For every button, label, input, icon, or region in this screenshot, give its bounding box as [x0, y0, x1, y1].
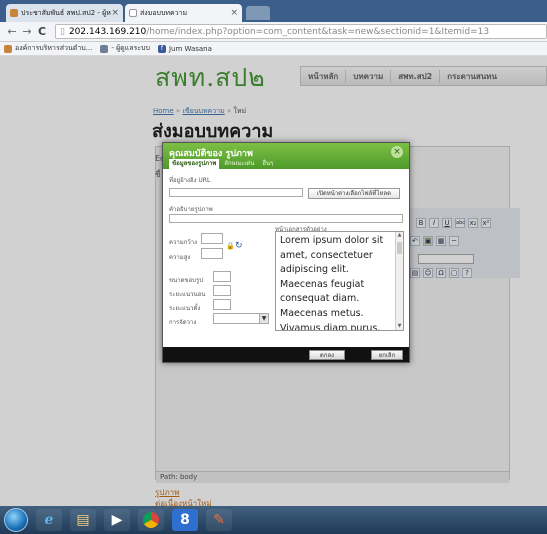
bookmark-item[interactable]: f Jum Wasana	[157, 44, 212, 53]
lock-ratio-icon[interactable]: 🔒	[226, 242, 235, 250]
image-preview-box: Lorem ipsum dolor sit amet, consectetuer…	[275, 231, 404, 331]
browser-tab-2[interactable]: ส่งมอบบทความ ×	[125, 4, 242, 22]
back-arrow-icon[interactable]: ←	[6, 25, 18, 38]
url-label: ที่อยู่อ้างอิง URL	[169, 177, 211, 184]
alt-text-input[interactable]	[169, 214, 403, 223]
bookmark-label: - ผู้ดูแลระบบ	[111, 44, 150, 52]
site-favicon-icon	[10, 9, 18, 17]
image-url-input[interactable]	[169, 188, 303, 197]
dialog-title: คุณสมบัติของ รูปภาพ	[169, 149, 253, 159]
browse-server-button[interactable]: เปิดหน้าต่างเลือกไฟล์ที่โหลด	[308, 188, 400, 199]
border-input[interactable]	[213, 271, 231, 282]
reload-icon[interactable]: C	[36, 25, 48, 38]
close-tab-icon[interactable]: ×	[111, 8, 119, 18]
vspace-input[interactable]	[213, 299, 231, 310]
file-explorer-icon[interactable]: ▤	[70, 509, 96, 531]
windows-taskbar: e ▤ ▶ 8 ✎	[0, 506, 547, 534]
bookmark-item[interactable]: องค์การบริหารส่วนตำบ...	[4, 43, 92, 54]
cancel-button[interactable]: ยกเลิก	[371, 350, 403, 360]
bookmark-label: องค์การบริหารส่วนตำบ...	[15, 44, 93, 52]
hspace-input[interactable]	[213, 285, 231, 296]
browser-toolbar: ← → C ▯ 202.143.169.210 /home/index.php?…	[0, 22, 547, 42]
align-select[interactable]: ▼	[213, 313, 269, 324]
height-input[interactable]	[201, 248, 223, 259]
dialog-close-button[interactable]: ×	[391, 146, 403, 158]
border-label: ขนาดขอบรูป	[169, 277, 204, 284]
tab-advanced[interactable]: ลักษณะเด่น	[221, 159, 257, 169]
preview-text: Lorem ipsum dolor sit amet, consectetuer…	[280, 235, 384, 331]
bookmark-favicon-icon	[4, 44, 12, 53]
address-bar[interactable]: ▯ 202.143.169.210 /home/index.php?option…	[55, 24, 547, 39]
width-label: ความกว้าง	[169, 239, 198, 246]
dialog-tabs: ข้อมูลของรูปภาพ ลักษณะเด่น อื่นๆ	[169, 159, 276, 169]
height-label: ความสูง	[169, 254, 191, 261]
scroll-down-icon[interactable]: ▼	[396, 323, 403, 330]
bookmark-item[interactable]: - ผู้ดูแลระบบ	[100, 43, 150, 54]
app-8-icon[interactable]: 8	[172, 509, 198, 531]
bookmark-label: Jum Wasana	[168, 44, 212, 53]
url-host: 202.143.169.210	[68, 26, 147, 37]
scrollbar-thumb[interactable]	[397, 242, 402, 254]
vspace-label: ระยะแนวตั้ง	[169, 305, 201, 312]
media-player-icon[interactable]: ▶	[104, 509, 130, 531]
image-properties-dialog: คุณสมบัติของ รูปภาพ × ข้อมูลของรูปภาพ ลั…	[162, 142, 410, 363]
tab-label: ประชาสัมพันธ์ สพป.สป2 - ผู้ห	[21, 8, 111, 17]
tab-image-info[interactable]: ข้อมูลของรูปภาพ	[169, 159, 220, 169]
close-tab-icon[interactable]: ×	[230, 8, 238, 18]
forward-arrow-icon[interactable]: →	[21, 25, 33, 38]
tab-other[interactable]: อื่นๆ	[259, 159, 276, 169]
dialog-footer: ตกลง ยกเลิก	[163, 347, 409, 362]
bookmarks-bar: องค์การบริหารส่วนตำบ... - ผู้ดูแลระบบ f …	[0, 42, 547, 56]
browser-tab-bar: ประชาสัมพันธ์ สพป.สป2 - ผู้ห × ส่งมอบบทค…	[0, 0, 547, 22]
page-favicon-icon	[129, 9, 137, 17]
ok-button[interactable]: ตกลง	[309, 350, 345, 360]
new-tab-button[interactable]	[246, 6, 270, 20]
dialog-header[interactable]: คุณสมบัติของ รูปภาพ × ข้อมูลของรูปภาพ ลั…	[163, 143, 409, 169]
bookmark-favicon-icon	[100, 44, 109, 53]
preview-scrollbar[interactable]: ▲ ▼	[395, 232, 403, 330]
dialog-body: ที่อยู่อ้างอิง URL เปิดหน้าต่างเลือกไฟล์…	[163, 169, 409, 347]
chrome-icon[interactable]	[138, 509, 164, 531]
facebook-icon: f	[157, 44, 166, 53]
start-button[interactable]	[4, 508, 28, 532]
scroll-up-icon[interactable]: ▲	[396, 232, 403, 239]
browser-tab-1[interactable]: ประชาสัมพันธ์ สพป.สป2 - ผู้ห ×	[6, 4, 123, 22]
url-path: /home/index.php?option=com_content&task=…	[146, 26, 490, 37]
page-icon: ▯	[60, 26, 65, 37]
hspace-label: ระยะแนวนอน	[169, 291, 206, 298]
chevron-down-icon[interactable]: ▼	[259, 314, 268, 323]
reset-size-icon[interactable]: ↻	[235, 241, 243, 251]
tab-label: ส่งมอบบทความ	[140, 8, 188, 17]
internet-explorer-icon[interactable]: e	[36, 509, 62, 531]
width-input[interactable]	[201, 233, 223, 244]
paint-icon[interactable]: ✎	[206, 509, 232, 531]
alt-text-label: คำอธิบายรูปภาพ	[169, 206, 213, 213]
chrome-logo	[143, 512, 159, 528]
align-label: การจัดวาง	[169, 319, 197, 326]
